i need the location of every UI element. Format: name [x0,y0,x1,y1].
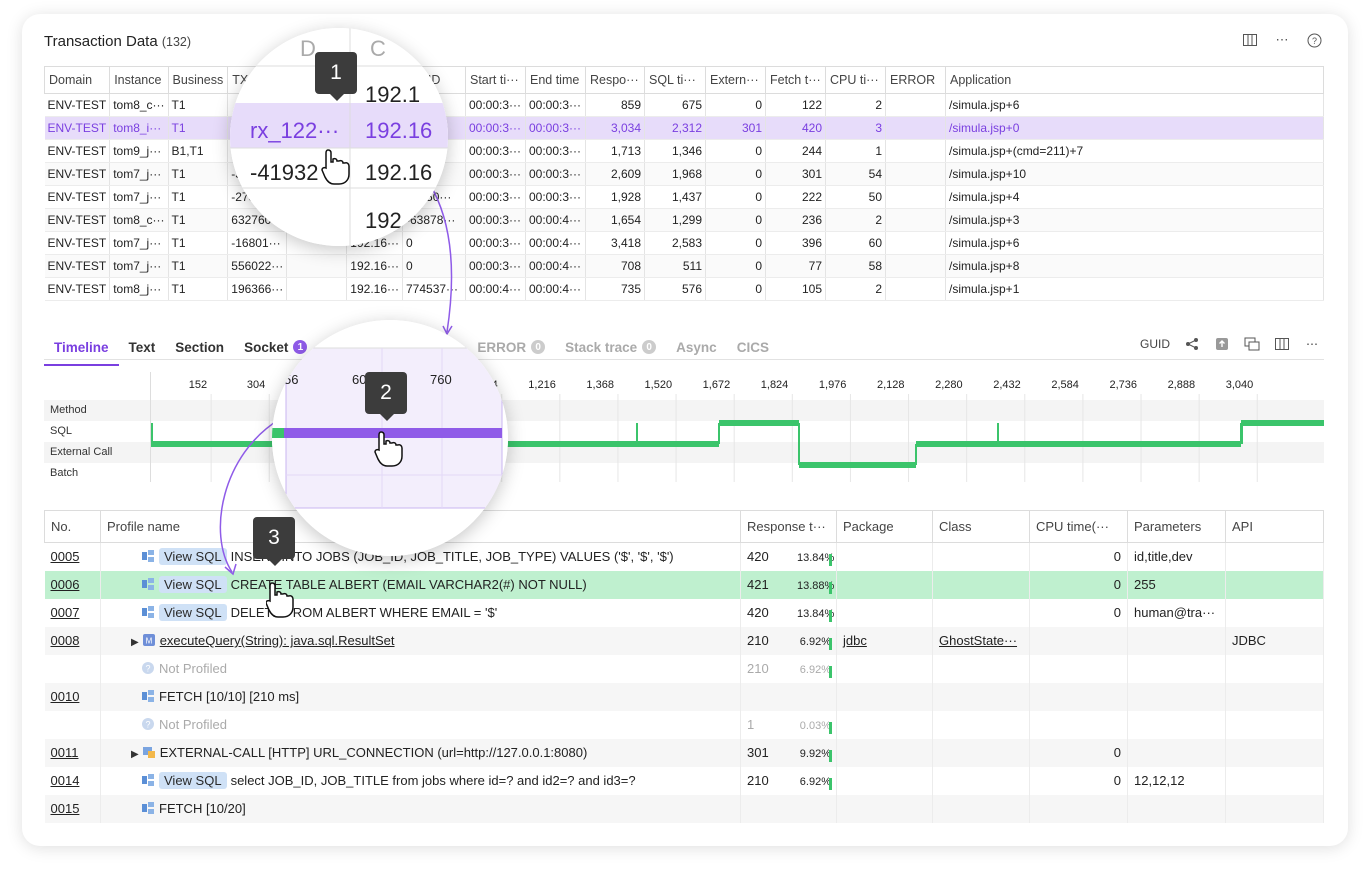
mag1-ip-4: 192 [365,208,402,233]
step-2-marker: 2 [365,372,407,421]
step-1-marker: 1 [315,52,357,101]
magnifier-timeline: 56 608 760 [272,320,508,556]
mag1-txid: rx_122··· [250,118,339,143]
mag1-txid-2: -41932 [250,160,319,185]
step-3-marker: 3 [253,517,295,566]
mag1-col-header: D [300,36,316,61]
mag1-ip-1: 192.1 [365,82,420,107]
transaction-panel: Transaction Data (132) ⋯ ? Domain Instanc… [22,14,1348,846]
hand-cursor-icon [266,582,294,618]
mag2-tick-3: 760 [430,372,452,387]
mag1-ip-3: 192.16 [365,160,432,185]
mag1-ip-2: 192.16 [365,118,432,143]
mag1-col-header-2: C [370,36,386,61]
step-arrows [219,125,453,576]
